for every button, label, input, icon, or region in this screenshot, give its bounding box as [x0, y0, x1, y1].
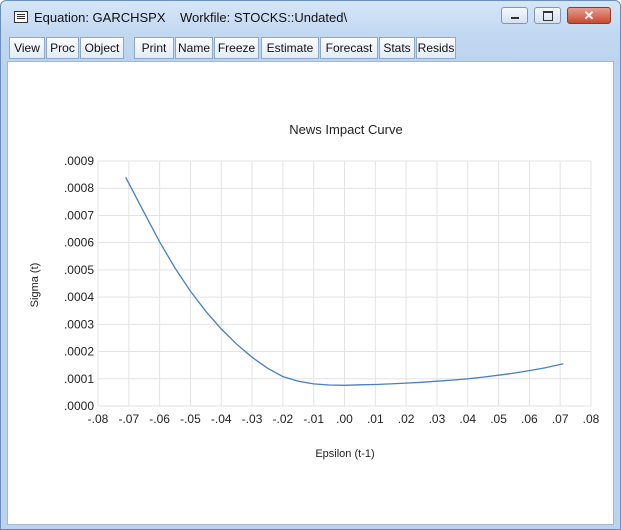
freeze-button[interactable]: Freeze: [214, 37, 259, 59]
object-button[interactable]: Object: [80, 37, 124, 59]
y-tick-label: .0009: [64, 154, 94, 168]
y-tick-label: .0001: [64, 372, 94, 386]
maximize-button[interactable]: [534, 7, 561, 24]
x-tick-label: .07: [552, 412, 569, 426]
x-tick-label: -.03: [242, 412, 263, 426]
view-button[interactable]: View: [9, 37, 45, 59]
stats-button[interactable]: Stats: [379, 37, 415, 59]
equation-window-icon[interactable]: [14, 11, 28, 23]
print-button[interactable]: Print: [134, 37, 174, 59]
minimize-button[interactable]: [501, 7, 528, 24]
minimize-icon: [502, 8, 527, 23]
window-title: Equation: GARCHSPX Workfile: STOCKS::Und…: [34, 10, 348, 25]
y-tick-label: .0003: [64, 317, 94, 331]
title-bar[interactable]: Equation: GARCHSPX Workfile: STOCKS::Und…: [1, 1, 620, 33]
forecast-button[interactable]: Forecast: [320, 37, 378, 59]
x-tick-label: -.07: [118, 412, 139, 426]
toolbar: View Proc Object Print Name Freeze Estim…: [9, 37, 619, 59]
name-button[interactable]: Name: [175, 37, 213, 59]
x-tick-label: -.02: [273, 412, 294, 426]
x-tick-label: -.06: [149, 412, 170, 426]
y-tick-label: .0008: [64, 181, 94, 195]
y-tick-label: .0005: [64, 263, 94, 277]
close-button[interactable]: ✕: [567, 7, 611, 24]
x-tick-label: .00: [336, 412, 353, 426]
estimate-button[interactable]: Estimate: [261, 37, 319, 59]
proc-button[interactable]: Proc: [46, 37, 79, 59]
x-tick-label: -.08: [88, 412, 109, 426]
x-tick-label: .04: [459, 412, 476, 426]
x-tick-label: .02: [398, 412, 415, 426]
resids-button[interactable]: Resids: [416, 37, 456, 59]
equation-window: Equation: GARCHSPX Workfile: STOCKS::Und…: [0, 0, 621, 530]
graph-area: News Impact Curve -.08 -.07 -.06 -.05 -.04 -.…: [7, 61, 614, 525]
y-tick-label: .0000: [64, 399, 94, 413]
x-tick-label: -.05: [180, 412, 201, 426]
y-tick-label: .0002: [64, 345, 94, 359]
x-tick-label: .06: [521, 412, 538, 426]
x-tick-label: .05: [490, 412, 507, 426]
news-impact-chart: News Impact Curve -.08 -.07 -.06 -.05 -.04 -.…: [29, 122, 600, 460]
x-tick-label: -.01: [303, 412, 324, 426]
x-tick-label: .03: [429, 412, 446, 426]
y-axis-label: Sigma (t): [29, 263, 41, 308]
y-tick-label: .0007: [64, 208, 94, 222]
maximize-icon: [535, 8, 560, 23]
chart-title: News Impact Curve: [289, 122, 402, 137]
y-tick-label: .0004: [64, 290, 94, 304]
x-tick-label: .01: [367, 412, 384, 426]
y-tick-label: .0006: [64, 236, 94, 250]
close-icon: ✕: [583, 8, 595, 23]
x-tick-label: -.04: [211, 412, 232, 426]
x-tick-label: .08: [583, 412, 600, 426]
x-axis-label: Epsilon (t-1): [315, 448, 374, 460]
